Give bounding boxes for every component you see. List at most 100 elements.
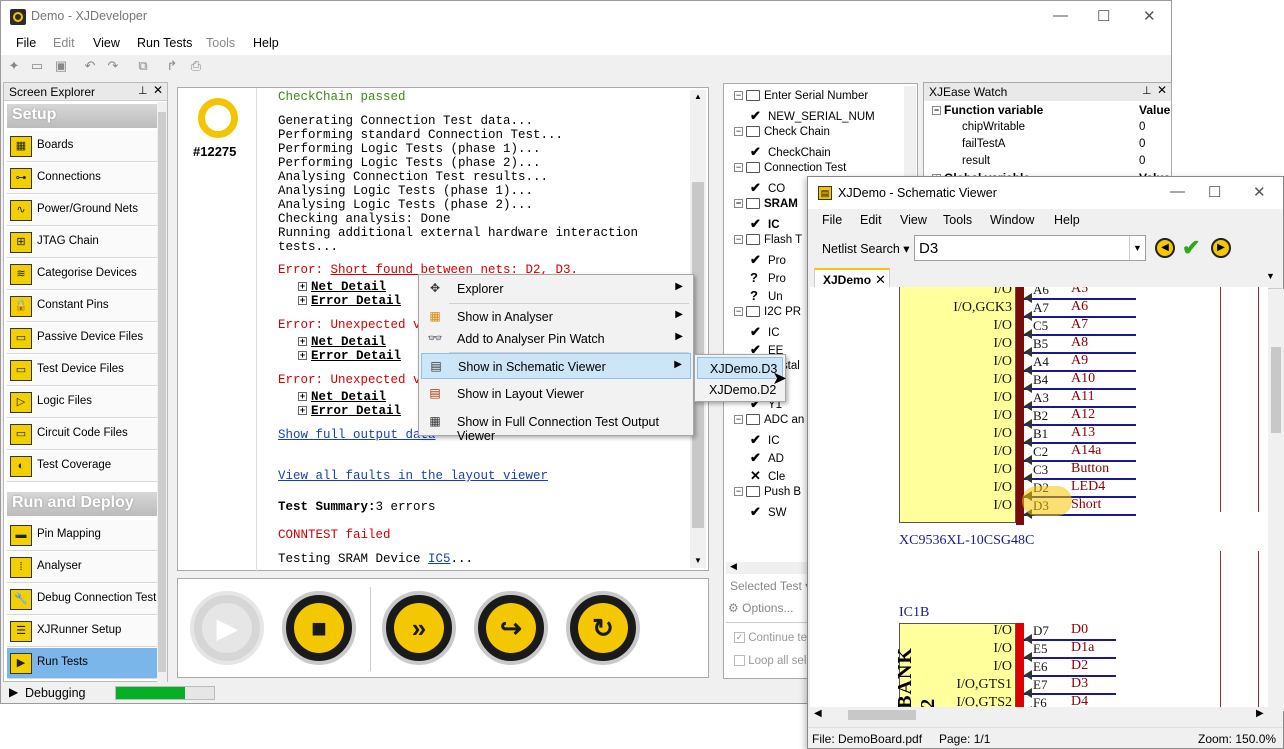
explorer-item-run-tests[interactable]: ▶ Run Tests xyxy=(7,648,158,679)
error-detail-3[interactable]: + Error Detail xyxy=(298,404,401,418)
net-detail-1[interactable]: + Net Detail xyxy=(298,280,386,294)
close-icon[interactable]: ✕ xyxy=(1157,83,1167,97)
menu-run-tests[interactable]: Run Tests xyxy=(137,36,192,50)
explorer-item-constant-pins[interactable]: 🔒 Constant Pins xyxy=(7,291,158,322)
error-detail-1[interactable]: + Error Detail xyxy=(298,294,401,308)
view-faults-link[interactable]: View all faults in the layout viewer xyxy=(278,469,548,483)
netlist-search-dropdown[interactable]: Netlist Search ▾ xyxy=(822,241,910,256)
tree-group[interactable]: − ADC an xyxy=(734,414,804,426)
collapse-icon[interactable]: − xyxy=(734,199,743,209)
copy-icon[interactable]: ⧉ xyxy=(134,58,152,76)
net-name[interactable]: A5 xyxy=(1071,287,1088,297)
menu-help[interactable]: Help xyxy=(253,36,279,50)
explorer-item-test-device-files[interactable]: ▭ Test Device Files xyxy=(7,355,158,386)
tree-group[interactable]: − I2C PR xyxy=(734,306,801,318)
pin-number[interactable]: C2 xyxy=(1033,444,1048,460)
close-button[interactable]: ✕ xyxy=(1143,7,1156,25)
tree-test[interactable]: ✕ Cle xyxy=(750,468,785,484)
continue-checkbox[interactable]: ✓ Continue tes xyxy=(734,632,813,644)
pin-icon[interactable]: ⊥ xyxy=(1142,84,1152,97)
tree-test[interactable]: ✔ AD xyxy=(750,450,784,466)
schem-menu-edit[interactable]: Edit xyxy=(860,213,882,227)
pin-number[interactable]: E6 xyxy=(1033,659,1047,675)
selected-test-dropdown[interactable]: Selected Test ▾ xyxy=(730,579,811,593)
schem-menu-view[interactable]: View xyxy=(900,213,927,227)
show-full-output-link[interactable]: Show full output data xyxy=(278,428,436,442)
net-name[interactable]: A10 xyxy=(1071,371,1095,387)
search-dropdown-arrow-icon[interactable]: ▼ xyxy=(1129,236,1145,260)
schem-menu-help[interactable]: Help xyxy=(1054,213,1080,227)
tree-test[interactable]: ✔ CO xyxy=(750,180,785,196)
pin-number[interactable]: C5 xyxy=(1033,318,1048,334)
pin-number[interactable]: B4 xyxy=(1033,372,1048,388)
tree-test[interactable]: ? Un xyxy=(750,288,783,303)
net-name[interactable]: A8 xyxy=(1071,335,1088,351)
schematic-hscrollbar[interactable]: ◀ ▶ xyxy=(810,707,1268,723)
net-name[interactable]: Short xyxy=(1071,497,1101,513)
expand-icon[interactable]: + xyxy=(298,351,307,361)
explorer-item-power-ground-nets[interactable]: ∿ Power/Ground Nets xyxy=(7,195,158,226)
net-name[interactable]: LED4 xyxy=(1071,479,1105,495)
menu-item-add-pin-watch[interactable]: 👓 Add to Analyser Pin Watch ▶ xyxy=(421,326,691,352)
schematic-minimize-button[interactable]: — xyxy=(1170,183,1185,200)
pin-number[interactable]: A6 xyxy=(1033,287,1049,298)
collapse-icon[interactable]: − xyxy=(734,235,743,245)
tree-test[interactable]: ✔ IC xyxy=(750,432,780,448)
submenu-item-d2[interactable]: XJDemo.D2 xyxy=(697,379,783,401)
schem-menu-window[interactable]: Window xyxy=(990,213,1034,227)
menu-item-show-in-layout[interactable]: ▤ Show in Layout Viewer xyxy=(421,381,691,407)
net-name[interactable]: D4 xyxy=(1071,694,1088,707)
net-name[interactable]: A6 xyxy=(1071,299,1088,315)
setup-section-header[interactable]: Setup xyxy=(7,104,157,128)
close-icon[interactable]: ✕ xyxy=(153,83,163,97)
tab-close-icon[interactable]: ✕ xyxy=(875,272,886,288)
explorer-item-passive-device-files[interactable]: ▭ Passive Device Files xyxy=(7,323,158,354)
explorer-item-logic-files[interactable]: ▷ Logic Files xyxy=(7,387,158,418)
open-icon[interactable]: ▭ xyxy=(28,58,46,76)
detail-link[interactable]: Net Detail xyxy=(311,335,386,349)
loop-checkbox[interactable]: Loop all sele xyxy=(734,655,813,667)
menu-file[interactable]: File xyxy=(16,36,36,50)
tree-test[interactable]: ✔ NEW_SERIAL_NUM xyxy=(750,108,875,124)
explorer-item-analyser[interactable]: ⁞ Analyser xyxy=(7,552,158,583)
menu-view[interactable]: View xyxy=(93,36,120,50)
explorer-item-xjrunner-setup[interactable]: ☰ XJRunner Setup xyxy=(7,616,158,647)
tree-test[interactable]: ✔ SW xyxy=(750,504,787,520)
collapse-icon[interactable]: − xyxy=(734,127,743,137)
search-input[interactable]: D3 ▼ xyxy=(914,235,1146,261)
tree-group[interactable]: − SRAM xyxy=(734,198,798,210)
tree-test[interactable]: ? Pro xyxy=(750,270,786,285)
pin-number[interactable]: B2 xyxy=(1033,408,1048,424)
redo-icon[interactable]: ↷ xyxy=(104,58,122,76)
run-deploy-section-header[interactable]: Run and Deploy xyxy=(7,492,157,516)
detail-link[interactable]: Net Detail xyxy=(311,390,386,404)
explorer-item-test-coverage[interactable]: ◐ Test Coverage xyxy=(7,451,158,482)
net-name[interactable]: A14a xyxy=(1071,443,1101,459)
net-name[interactable]: A12 xyxy=(1071,407,1095,423)
net-name[interactable]: A7 xyxy=(1071,317,1088,333)
pin-number[interactable]: A3 xyxy=(1033,390,1049,406)
options-button[interactable]: ⚙ Options... xyxy=(728,601,793,615)
menu-item-explorer[interactable]: ✥ Explorer ▶ xyxy=(421,276,691,302)
error-detail-2[interactable]: + Error Detail xyxy=(298,349,401,363)
detail-link[interactable]: Error Detail xyxy=(311,404,401,418)
ic5-link[interactable]: IC5 xyxy=(428,552,451,566)
expand-icon[interactable]: + xyxy=(298,337,307,347)
menu-item-show-in-schematic[interactable]: ▤ Show in Schematic Viewer ▶ xyxy=(421,353,691,379)
explorer-item-jtag-chain[interactable]: ⊞ JTAG Chain xyxy=(7,227,158,258)
explorer-item-circuit-code-files[interactable]: ▭ Circuit Code Files xyxy=(7,419,158,450)
net-detail-2[interactable]: + Net Detail xyxy=(298,335,386,349)
schem-menu-tools[interactable]: Tools xyxy=(943,213,972,227)
minimize-button[interactable]: — xyxy=(1053,7,1068,24)
print-icon[interactable]: ⎙ xyxy=(187,58,205,76)
maximize-button[interactable]: ☐ xyxy=(1097,7,1110,25)
pin-number[interactable]: B5 xyxy=(1033,336,1048,352)
pin-number[interactable]: C3 xyxy=(1033,462,1048,478)
explorer-item-debug-connection-test[interactable]: 🔧 Debug Connection Test xyxy=(7,584,158,615)
detail-link[interactable]: Error Detail xyxy=(311,294,401,308)
schematic-canvas[interactable]: I/O A6 A5 I/O,GCK3 A7 A6 I/O C5 A7 I/O B5 A8 I/O A4 A9… xyxy=(810,287,1268,707)
repeat-button[interactable]: ↻ xyxy=(566,591,640,665)
expand-icon[interactable]: + xyxy=(298,296,307,306)
save-icon[interactable]: ▣ xyxy=(52,58,70,76)
tree-group[interactable]: − Enter Serial Number xyxy=(734,90,868,102)
